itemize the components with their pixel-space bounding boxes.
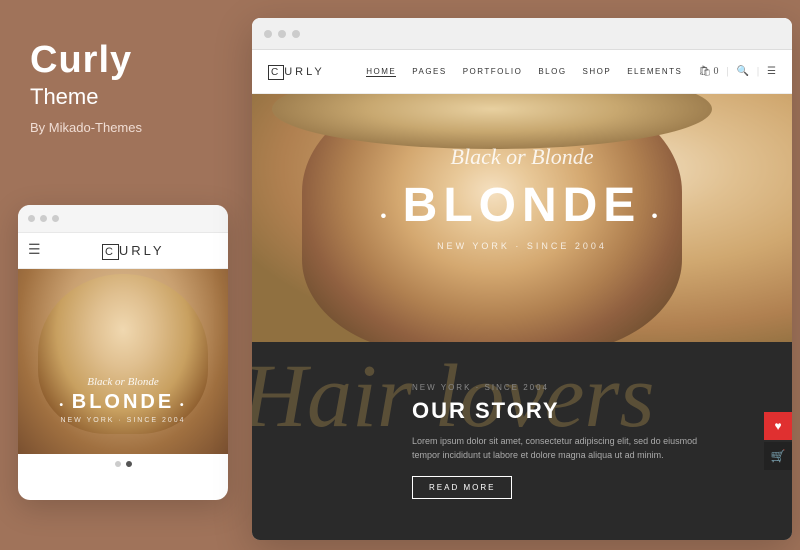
story-body: Lorem ipsum dolor sit amet, consectetur …	[412, 434, 722, 463]
brand-subtitle: Theme	[30, 84, 98, 110]
hero-script-text: Black or Blonde	[252, 144, 792, 170]
hamburger-icon: ☰	[28, 242, 41, 259]
story-content: NEW YORK · SINCE 2004 OUR STORY Lorem ip…	[412, 383, 722, 500]
nav-link-elements[interactable]: ELEMENTS	[627, 67, 682, 77]
mobile-dot-3	[52, 215, 59, 222]
nav-link-shop[interactable]: SHOP	[583, 67, 612, 77]
mobile-dot-2	[40, 215, 47, 222]
mobile-script-text: Black or Blonde	[18, 376, 228, 388]
floating-buttons: ♥ 🛒	[764, 412, 792, 470]
brand-by: By Mikado-Themes	[30, 120, 142, 135]
browser-titlebar	[252, 18, 792, 50]
mobile-nav-bar: ☰ CURLY	[18, 233, 228, 269]
mobile-hero-section: Black or Blonde BLONDE NEW YORK · SINCE …	[18, 269, 228, 454]
favorite-float-button[interactable]: ♥	[764, 412, 792, 440]
site-logo: CURLY	[268, 66, 325, 78]
browser-window: CURLY HOME PAGES PORTFOLIO BLOG SHOP ELE…	[252, 18, 792, 540]
search-icon[interactable]: 🔍	[737, 66, 749, 77]
mobile-hero-face-bg	[18, 269, 228, 454]
cart-icon[interactable]: 🛍 0	[698, 66, 718, 77]
hero-since-text: NEW YORK · SINCE 2004	[252, 241, 792, 251]
site-hero-section: Black or Blonde BLONDE NEW YORK · SINCE …	[252, 94, 792, 342]
story-title: OUR STORY	[412, 398, 722, 424]
nav-icons: 🛍 0 | 🔍 | ☰	[698, 66, 776, 77]
mobile-titlebar	[18, 205, 228, 233]
browser-dot-2	[278, 30, 286, 38]
mobile-since-text: NEW YORK · SINCE 2004	[18, 417, 228, 424]
site-navigation: CURLY HOME PAGES PORTFOLIO BLOG SHOP ELE…	[252, 50, 792, 94]
story-sub: NEW YORK · SINCE 2004	[412, 383, 722, 392]
mobile-hero-text: Black or Blonde BLONDE NEW YORK · SINCE …	[18, 376, 228, 424]
hero-text-overlay: Black or Blonde BLONDE NEW YORK · SINCE …	[252, 144, 792, 251]
left-panel: Curly Theme By Mikado-Themes ☰ CURLY Bla…	[0, 0, 248, 550]
cart-float-button[interactable]: 🛒	[764, 442, 792, 470]
browser-dot-3	[292, 30, 300, 38]
mobile-logo: CURLY	[49, 243, 218, 258]
nav-link-pages[interactable]: PAGES	[412, 67, 446, 77]
mobile-preview-card: ☰ CURLY Black or Blonde BLONDE NEW YORK …	[18, 205, 228, 500]
nav-links: HOME PAGES PORTFOLIO BLOG SHOP ELEMENTS	[366, 67, 682, 77]
read-more-button[interactable]: READ MORE	[412, 476, 512, 499]
logo-c-bracket: C	[268, 65, 284, 80]
nav-link-home[interactable]: HOME	[366, 67, 396, 77]
nav-link-blog[interactable]: BLOG	[538, 67, 566, 77]
hero-main-text: BLONDE	[252, 178, 792, 233]
mobile-dot-1	[28, 215, 35, 222]
brand-title: Curly	[30, 40, 132, 82]
mobile-blonde-text: BLONDE	[18, 391, 228, 414]
story-section: Hair lovers NEW YORK · SINCE 2004 OUR ST…	[252, 342, 792, 540]
nav-dot-1	[115, 461, 121, 467]
mobile-logo-bracket: C	[102, 244, 119, 260]
mobile-dots-nav	[18, 454, 228, 474]
nav-link-portfolio[interactable]: PORTFOLIO	[463, 67, 523, 77]
nav-dot-2	[126, 461, 132, 467]
menu-icon[interactable]: ☰	[767, 66, 776, 77]
browser-dot-1	[264, 30, 272, 38]
